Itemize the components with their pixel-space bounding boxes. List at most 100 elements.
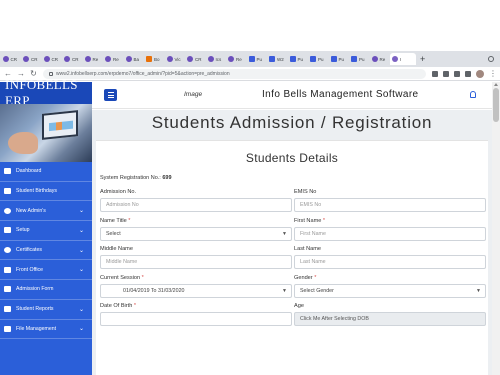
current-session-select[interactable]: 01/04/2019 To 31/03/2020 ▼ xyxy=(100,284,292,298)
emis-no-input[interactable]: EMIS No xyxy=(294,198,486,212)
browser-tab[interactable]: Ba xyxy=(124,53,144,65)
current-session-group: Current Session * 01/04/2019 To 31/03/20… xyxy=(100,275,292,298)
admission-no-input[interactable]: Admission No xyxy=(100,198,292,212)
tab-label: Re xyxy=(92,56,99,62)
tab-label: CR xyxy=(10,56,18,62)
url-field[interactable]: www2.infobellserp.com/erpdemo7/office_ad… xyxy=(43,68,426,79)
grid-icon xyxy=(4,168,11,175)
middle-name-input[interactable]: Middle Name xyxy=(100,255,292,269)
browser-tab[interactable]: I xyxy=(390,53,416,65)
browser-tab[interactable]: Bo xyxy=(144,53,164,65)
name-title-select[interactable]: Select ▼ xyxy=(100,227,292,241)
required-marker: * xyxy=(133,303,137,309)
browser-tab[interactable]: Pu xyxy=(349,53,369,65)
sidebar-item[interactable]: Admission Form xyxy=(0,280,92,300)
sidebar-item[interactable]: File Management ⌄ xyxy=(0,320,92,340)
screen: CR CR CR CR Re Re Ba Bo Vic CR Ics Re Pu W2 Pu Pu Pu Pu Re… xyxy=(0,0,500,375)
browser-tab[interactable]: CR xyxy=(62,53,82,65)
tab-label: Bo xyxy=(154,56,160,62)
hamburger-menu-button[interactable] xyxy=(104,89,117,101)
tab-favicon-icon xyxy=(146,56,152,62)
browser-tab[interactable]: Re xyxy=(103,53,123,65)
age-label: Age xyxy=(294,303,304,309)
sidebar-item[interactable]: Setup ⌄ xyxy=(0,221,92,241)
profile-avatar[interactable] xyxy=(476,69,484,78)
tab-search-icon[interactable] xyxy=(488,56,494,62)
browser-tab[interactable]: Pu xyxy=(308,53,328,65)
required-marker: * xyxy=(322,218,326,224)
sidebar-item-label: Certificates xyxy=(16,247,42,254)
age-group: Age Click Me After Selecting DOB xyxy=(294,303,486,326)
sidebar-item-label: Setup xyxy=(16,227,30,234)
system-registration-number: System Registration No.: 699 xyxy=(100,175,172,181)
first-name-input[interactable]: First Name xyxy=(294,227,486,241)
tab-label: CR xyxy=(72,56,79,62)
current-session-label: Current Session xyxy=(100,275,141,281)
chevron-down-icon: ⌄ xyxy=(78,208,84,215)
tab-label: Pu xyxy=(297,56,304,62)
sidepanel-icon[interactable] xyxy=(465,70,471,77)
browser-tab[interactable]: Vic xyxy=(165,53,185,65)
browser-tab[interactable]: Pu xyxy=(247,53,267,65)
scroll-up-icon[interactable] xyxy=(494,83,498,86)
dob-label: Date Of Birth xyxy=(100,303,133,309)
age-input[interactable]: Click Me After Selecting DOB xyxy=(294,312,486,326)
browser-tab[interactable]: Re xyxy=(83,53,103,65)
tab-favicon-icon xyxy=(371,56,378,62)
tab-label: W2 xyxy=(277,56,284,62)
browser-tab[interactable]: CR xyxy=(42,53,62,65)
browser-tab[interactable]: CR xyxy=(185,53,205,65)
user-icon[interactable] xyxy=(470,91,476,98)
browser-tab[interactable]: Pu xyxy=(329,53,349,65)
star-icon[interactable] xyxy=(443,70,449,77)
tab-label: CR xyxy=(31,56,38,62)
sidebar-item[interactable]: Student Reports ⌄ xyxy=(0,300,92,320)
admission-no-label: Admission No. xyxy=(100,189,137,195)
sidebar-item[interactable]: Front Office ⌄ xyxy=(0,260,92,281)
tab-favicon-icon xyxy=(228,56,234,62)
first-name-group: First Name * First Name xyxy=(294,218,486,241)
url-text: www2.infobellserp.com/erpdemo7/office_ad… xyxy=(56,70,230,77)
browser-tab[interactable]: Re xyxy=(226,53,246,65)
name-title-group: Name Title * Select ▼ xyxy=(100,218,292,241)
sidebar-item-label: File Management xyxy=(16,325,57,332)
browser-tab[interactable]: CR xyxy=(1,53,21,65)
tab-label: CR xyxy=(195,56,202,62)
menu-kebab-icon[interactable]: ⋮ xyxy=(489,69,497,78)
tab-label: Re xyxy=(113,56,119,62)
gender-select[interactable]: Select Gender ▼ xyxy=(294,284,486,298)
last-name-input[interactable]: Last Name xyxy=(294,255,486,269)
sidebar-item[interactable]: Dashboard xyxy=(0,162,92,182)
sidebar-item[interactable]: Student Birthdays xyxy=(0,182,92,202)
browser-tab[interactable]: Pu xyxy=(288,53,308,65)
browser-tab[interactable]: W2 xyxy=(267,53,287,65)
scrollbar-thumb[interactable] xyxy=(493,88,499,122)
sidebar-item[interactable]: Certificates ⌄ xyxy=(0,241,92,261)
gears-icon xyxy=(4,227,11,234)
tab-favicon-icon xyxy=(207,56,214,62)
dob-input[interactable] xyxy=(100,312,292,326)
system-registration-value: 699 xyxy=(162,175,172,181)
chevron-down-icon: ▼ xyxy=(476,288,481,294)
tab-favicon-icon xyxy=(310,56,316,62)
laptop-screen-graphic xyxy=(42,110,78,140)
brand-logo[interactable]: INFOBELLS ERP xyxy=(0,77,92,108)
tab-favicon-icon xyxy=(84,56,91,62)
tab-favicon-icon xyxy=(269,56,275,62)
sidebar-item-label: Student Birthdays xyxy=(16,188,57,195)
chevron-down-icon: ⌄ xyxy=(78,247,84,254)
tab-favicon-icon xyxy=(105,56,111,62)
user-circle-icon xyxy=(4,207,11,214)
header-image-alt: Image xyxy=(184,91,203,98)
browser-tab[interactable]: CR xyxy=(21,53,41,65)
sidebar-item-label: Admission Form xyxy=(16,286,54,293)
sidebar-item[interactable]: New Admin's ⌄ xyxy=(0,201,92,222)
browser-tab[interactable]: Re xyxy=(370,53,390,65)
last-name-label: Last Name xyxy=(294,246,322,252)
new-tab-button[interactable]: + xyxy=(420,54,425,64)
required-marker: * xyxy=(314,275,317,281)
extension-icon[interactable] xyxy=(454,70,460,77)
page-scrollbar[interactable] xyxy=(492,82,500,375)
browser-tab[interactable]: Ics xyxy=(206,53,226,65)
share-icon[interactable] xyxy=(432,70,438,77)
